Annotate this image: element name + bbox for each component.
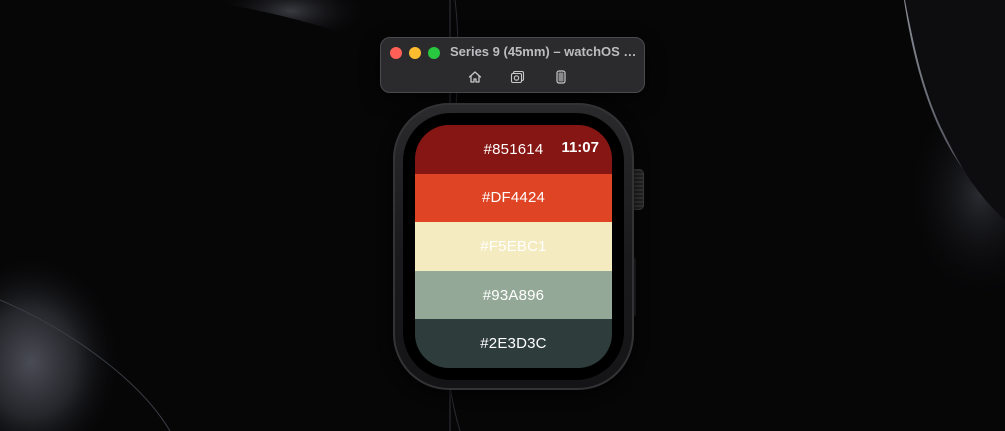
home-button[interactable] xyxy=(467,69,483,85)
close-window-button[interactable] xyxy=(390,47,402,59)
watch-screen: #851614 #DF4424 #F5EBC1 #93A896 #2E3D3C … xyxy=(415,125,612,368)
status-time: 11:07 xyxy=(561,139,599,156)
swatch-hex-label: #DF4424 xyxy=(481,189,546,207)
home-icon xyxy=(468,71,482,83)
window-title: Series 9 (45mm) – watchOS 10.2 xyxy=(450,44,638,59)
minimize-window-button[interactable] xyxy=(409,47,421,59)
color-swatch-3[interactable]: #F5EBC1 xyxy=(415,222,612,271)
swatch-hex-label: #93A896 xyxy=(482,286,545,304)
rotate-device-button[interactable] xyxy=(553,69,569,85)
screenshot-button[interactable] xyxy=(510,69,526,85)
swatch-hex-label: #F5EBC1 xyxy=(480,237,547,255)
swatch-hex-label: #851614 xyxy=(483,140,544,158)
color-swatch-5[interactable]: #2E3D3C xyxy=(415,319,612,368)
simulator-window[interactable]: Series 9 (45mm) – watchOS 10.2 xyxy=(380,37,645,93)
rotate-device-icon xyxy=(556,70,566,84)
color-swatch-4[interactable]: #93A896 xyxy=(415,270,612,320)
zoom-window-button[interactable] xyxy=(428,47,440,59)
color-swatch-2[interactable]: #DF4424 xyxy=(415,173,612,223)
camera-icon xyxy=(510,70,525,84)
swatch-hex-label: #2E3D3C xyxy=(480,335,547,353)
